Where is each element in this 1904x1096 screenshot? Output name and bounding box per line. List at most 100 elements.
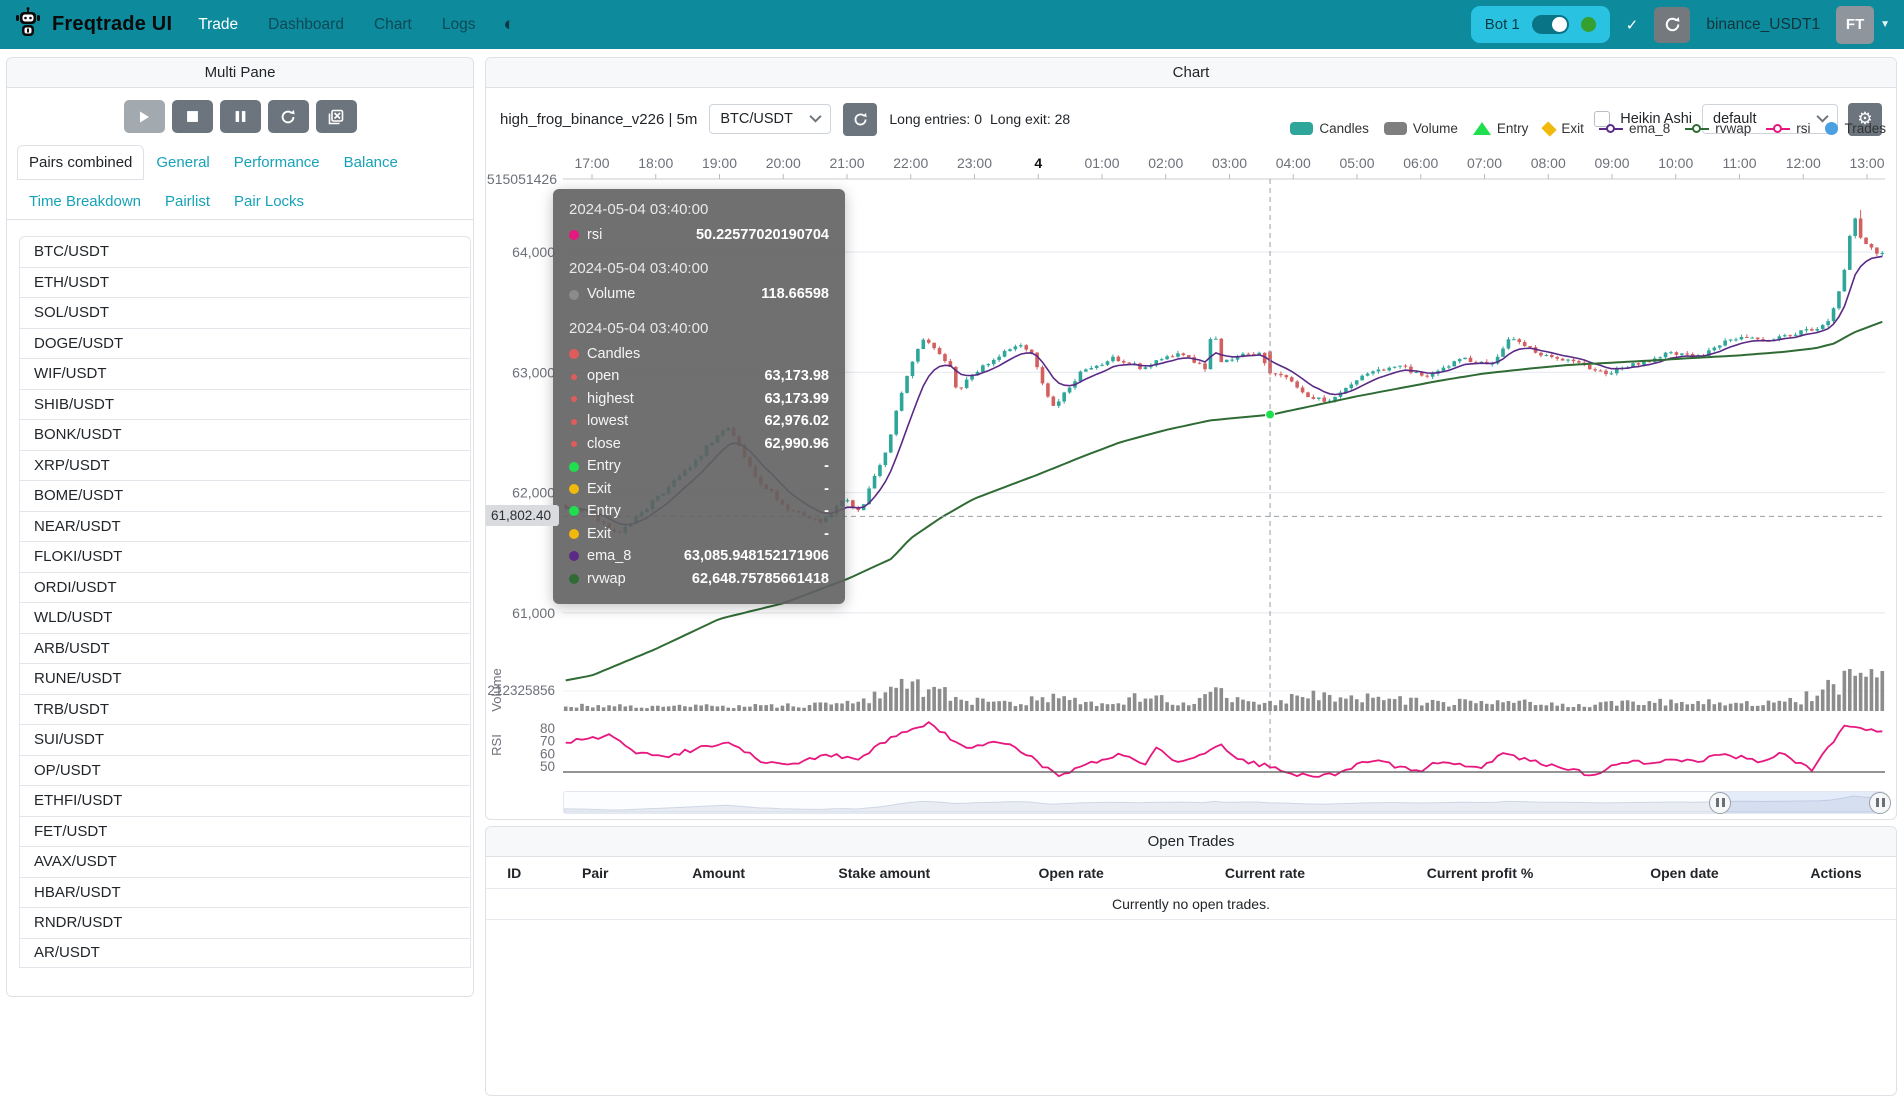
bot-name: Bot 1: [1485, 16, 1520, 33]
pause-icon: [234, 110, 247, 123]
main-nav: Trade Dashboard Chart Logs: [198, 16, 475, 34]
reload-icon: [280, 109, 296, 125]
svg-text:19:00: 19:00: [702, 155, 737, 171]
bot-toggle[interactable]: [1532, 15, 1569, 34]
pair-item-wld-usdt[interactable]: WLD/USDT: [19, 602, 471, 633]
svg-text:4: 4: [1034, 155, 1042, 171]
tab-performance[interactable]: Performance: [222, 145, 332, 180]
pair-item-rndr-usdt[interactable]: RNDR/USDT: [19, 907, 471, 938]
pair-item-ethfi-usdt[interactable]: ETHFI/USDT: [19, 785, 471, 816]
play-icon: [137, 110, 151, 124]
tab-pairlist[interactable]: Pairlist: [153, 184, 222, 219]
tab-pairs-combined[interactable]: Pairs combined: [17, 145, 144, 180]
bot-selector[interactable]: Bot 1: [1471, 6, 1610, 43]
pair-item-sol-usdt[interactable]: SOL/USDT: [19, 297, 471, 328]
tab-time-breakdown[interactable]: Time Breakdown: [17, 184, 153, 219]
trades-col-pair: Pair: [542, 865, 648, 881]
svg-text:04:00: 04:00: [1276, 155, 1311, 171]
legend-item-rvwap[interactable]: rvwap: [1685, 121, 1751, 136]
nav-link-trade[interactable]: Trade: [198, 16, 238, 34]
pair-item-eth-usdt[interactable]: ETH/USDT: [19, 267, 471, 298]
legend-item-ema_8[interactable]: ema_8: [1599, 121, 1670, 136]
pair-item-ordi-usdt[interactable]: ORDI/USDT: [19, 572, 471, 603]
trades-col-amount: Amount: [648, 865, 789, 881]
pair-item-sui-usdt[interactable]: SUI/USDT: [19, 724, 471, 755]
svg-text:RSI: RSI: [489, 734, 504, 756]
svg-text:02:00: 02:00: [1148, 155, 1183, 171]
legend-item-trades[interactable]: Trades: [1825, 121, 1886, 136]
svg-text:09:00: 09:00: [1594, 155, 1629, 171]
open-trades-panel: Open Trades IDPairAmountStake amountOpen…: [485, 826, 1897, 1096]
datazoom-left-handle[interactable]: [1709, 792, 1731, 814]
svg-text:10:00: 10:00: [1658, 155, 1693, 171]
chart-tooltip: 2024-05-04 03:40:00rsi50.225770201907042…: [553, 189, 845, 604]
long-entries-stat: Long entries: 0: [889, 111, 982, 127]
logged-in-account: binance_USDT1: [1706, 16, 1820, 34]
svg-text:03:00: 03:00: [1212, 155, 1247, 171]
tooltip-row-ema_8: ema_863,085.948152171906: [569, 545, 829, 567]
pair-item-wif-usdt[interactable]: WIF/USDT: [19, 358, 471, 389]
trades-col-open-rate: Open rate: [979, 865, 1162, 881]
pair-item-op-usdt[interactable]: OP/USDT: [19, 755, 471, 786]
pair-select[interactable]: BTC/USDT: [709, 104, 831, 134]
tab-pair-locks[interactable]: Pair Locks: [222, 184, 316, 219]
tab-general[interactable]: General: [144, 145, 221, 180]
datazoom-slider[interactable]: [563, 791, 1885, 814]
legend-item-entry[interactable]: Entry: [1473, 121, 1529, 136]
pair-item-btc-usdt[interactable]: BTC/USDT: [19, 236, 471, 267]
svg-text:06:00: 06:00: [1403, 155, 1438, 171]
tooltip-row-close: close62,990.96: [569, 433, 829, 455]
tab-balance[interactable]: Balance: [332, 145, 410, 180]
brand[interactable]: Freqtrade UI: [14, 7, 172, 42]
clear-plots-button[interactable]: [316, 100, 357, 133]
chart-refresh-button[interactable]: [843, 103, 877, 136]
nav-link-chart[interactable]: Chart: [374, 16, 412, 34]
bot-control-buttons: [7, 88, 473, 143]
nav-link-dashboard[interactable]: Dashboard: [268, 16, 344, 34]
tooltip-row-volume: Volume118.66598: [569, 283, 829, 305]
svg-text:61,000: 61,000: [512, 605, 555, 621]
theme-toggle-icon[interactable]: ◐: [503, 14, 514, 36]
svg-text:50: 50: [540, 759, 555, 774]
legend-item-volume[interactable]: Volume: [1384, 121, 1458, 136]
avatar[interactable]: FT: [1836, 6, 1874, 44]
tooltip-row-lowest: lowest62,976.02: [569, 410, 829, 432]
trades-col-stake-amount: Stake amount: [789, 865, 979, 881]
pair-item-bonk-usdt[interactable]: BONK/USDT: [19, 419, 471, 450]
strategy-timeframe-label: high_frog_binance_v226 | 5m: [500, 111, 697, 128]
stop-button[interactable]: [172, 100, 213, 133]
legend-item-rsi[interactable]: rsi: [1766, 121, 1810, 136]
svg-text:63,000: 63,000: [512, 364, 555, 380]
volume-marker-icon: [1384, 122, 1407, 135]
series-dot-icon: [571, 441, 577, 447]
pair-item-trb-usdt[interactable]: TRB/USDT: [19, 694, 471, 725]
pair-item-doge-usdt[interactable]: DOGE/USDT: [19, 328, 471, 359]
tooltip-row-exit: Exit-: [569, 478, 829, 500]
legend-item-candles[interactable]: Candles: [1290, 121, 1369, 136]
pair-item-xrp-usdt[interactable]: XRP/USDT: [19, 450, 471, 481]
svg-text:07:00: 07:00: [1467, 155, 1502, 171]
pair-item-near-usdt[interactable]: NEAR/USDT: [19, 511, 471, 542]
reload-button[interactable]: [268, 100, 309, 133]
pair-item-ar-usdt[interactable]: AR/USDT: [19, 938, 471, 969]
legend-item-exit[interactable]: Exit: [1543, 121, 1584, 136]
multi-pane-tabs: Pairs combinedGeneralPerformanceBalance T…: [7, 145, 473, 220]
datazoom-selection[interactable]: [1720, 792, 1880, 813]
series-dot-icon: [569, 349, 579, 359]
pair-item-bome-usdt[interactable]: BOME/USDT: [19, 480, 471, 511]
pair-item-arb-usdt[interactable]: ARB/USDT: [19, 633, 471, 664]
nav-link-logs[interactable]: Logs: [442, 16, 476, 34]
pair-item-fet-usdt[interactable]: FET/USDT: [19, 816, 471, 847]
pair-item-floki-usdt[interactable]: FLOKI/USDT: [19, 541, 471, 572]
global-refresh-button[interactable]: [1654, 7, 1690, 43]
svg-text:22:00: 22:00: [893, 155, 928, 171]
tooltip-row-entry: Entry-: [569, 500, 829, 522]
pair-item-shib-usdt[interactable]: SHIB/USDT: [19, 389, 471, 420]
pair-item-hbar-usdt[interactable]: HBAR/USDT: [19, 877, 471, 908]
pair-item-avax-usdt[interactable]: AVAX/USDT: [19, 846, 471, 877]
pair-item-rune-usdt[interactable]: RUNE/USDT: [19, 663, 471, 694]
datazoom-right-handle[interactable]: [1869, 792, 1891, 814]
pause-button[interactable]: [220, 100, 261, 133]
user-menu[interactable]: FT ▼: [1836, 6, 1890, 44]
play-button[interactable]: [124, 100, 165, 133]
